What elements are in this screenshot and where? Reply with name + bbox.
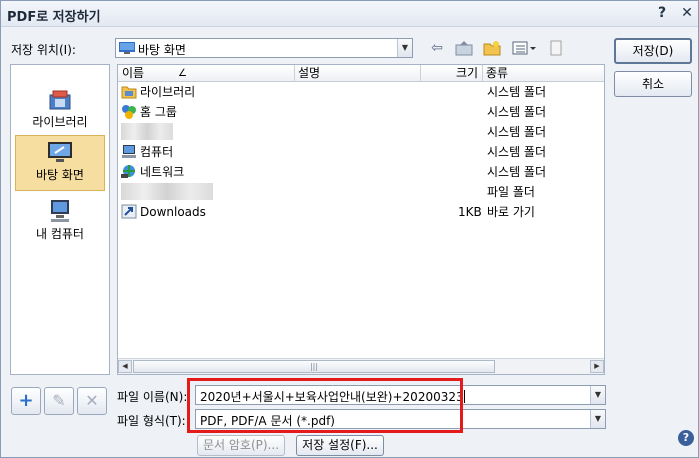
save-location-combo[interactable]: 바탕 화면 ▼ bbox=[115, 38, 413, 58]
file-type: 시스템 폴더 bbox=[487, 105, 547, 119]
file-type: 시스템 폴더 bbox=[487, 85, 547, 99]
file-row[interactable]: 시스템 폴더 bbox=[118, 122, 604, 142]
close-icon[interactable]: ✕ bbox=[676, 3, 698, 23]
back-icon[interactable]: ⇦ bbox=[426, 38, 448, 58]
file-type: 파일 폴더 bbox=[487, 185, 535, 199]
up-folder-icon[interactable] bbox=[453, 38, 475, 58]
file-name: 컴퓨터 bbox=[140, 145, 174, 159]
place-desktop[interactable]: 바탕 화면 bbox=[15, 135, 105, 191]
dialog-title: PDF로 저장하기 bbox=[7, 10, 101, 25]
redacted-name-icon bbox=[121, 123, 173, 140]
file-type: 시스템 폴더 bbox=[487, 125, 547, 139]
save-as-pdf-dialog: PDF로 저장하기 ? ✕ 저장 위치(I): 바탕 화면 ▼ ⇦ 라이브러리 bbox=[0, 0, 699, 458]
help-icon[interactable]: ? bbox=[678, 430, 694, 446]
computer-icon bbox=[122, 145, 136, 158]
file-name: 라이브러리 bbox=[140, 85, 196, 99]
scroll-left-icon[interactable]: ◀ bbox=[118, 360, 132, 373]
library-folder-icon bbox=[121, 86, 137, 99]
network-icon bbox=[121, 165, 135, 178]
desktop-icon bbox=[119, 42, 135, 54]
library-icon bbox=[49, 90, 71, 110]
column-size[interactable]: 크기 bbox=[456, 66, 478, 81]
file-name: 홈 그룹 bbox=[140, 105, 177, 119]
homegroup-icon bbox=[122, 105, 136, 119]
place-library[interactable]: 라이브러리 bbox=[15, 83, 105, 139]
scroll-thumb[interactable]: ||| bbox=[133, 360, 495, 373]
document-password-button[interactable]: 문서 암호(P)... bbox=[197, 435, 285, 456]
file-size: 1KB bbox=[458, 205, 482, 219]
save-location-value: 바탕 화면 bbox=[138, 43, 186, 57]
chevron-down-icon[interactable]: ▼ bbox=[590, 386, 605, 404]
view-menu-icon[interactable] bbox=[511, 38, 539, 58]
desktop-icon bbox=[48, 142, 72, 162]
file-name: 네트워크 bbox=[140, 165, 185, 179]
file-name-label: 파일 이름(N): bbox=[117, 390, 188, 404]
save-settings-button[interactable]: 저장 설정(F)... bbox=[296, 435, 384, 456]
edit-icon[interactable]: ✎ bbox=[44, 387, 74, 415]
scroll-right-icon[interactable]: ▶ bbox=[590, 360, 604, 373]
file-name: Downloads bbox=[140, 205, 206, 219]
file-type-label: 파일 형식(T): bbox=[117, 414, 186, 428]
column-type[interactable]: 종류 bbox=[486, 66, 508, 81]
save-button[interactable]: 저장(D) bbox=[614, 38, 692, 64]
file-row[interactable]: 홈 그룹 시스템 폴더 bbox=[118, 102, 604, 122]
column-description[interactable]: 설명 bbox=[298, 66, 320, 81]
file-type: 시스템 폴더 bbox=[487, 165, 547, 179]
highlight-box bbox=[187, 378, 463, 433]
delete-icon[interactable]: ✕ bbox=[77, 387, 107, 415]
horizontal-scrollbar[interactable]: ◀ ||| ▶ bbox=[118, 358, 604, 374]
file-list[interactable]: 이름 ∠ 설명 크기 종류 라이브러리 시스템 폴더 홈 그룹 시스템 폴더 시… bbox=[117, 64, 605, 375]
file-row[interactable]: 라이브러리 시스템 폴더 bbox=[118, 82, 604, 102]
file-list-header: 이름 ∠ 설명 크기 종류 bbox=[118, 65, 604, 82]
file-row[interactable]: 컴퓨터 시스템 폴더 bbox=[118, 142, 604, 162]
file-type: 시스템 폴더 bbox=[487, 145, 547, 159]
properties-icon[interactable] bbox=[545, 38, 567, 58]
save-location-label: 저장 위치(I): bbox=[11, 43, 76, 57]
help-icon[interactable]: ? bbox=[651, 3, 673, 23]
file-row[interactable]: 파일 폴더 bbox=[118, 182, 604, 202]
chevron-down-icon[interactable]: ▼ bbox=[397, 39, 412, 57]
cancel-button[interactable]: 취소 bbox=[614, 71, 692, 97]
column-name[interactable]: 이름 bbox=[122, 66, 144, 81]
shortcut-icon bbox=[121, 204, 137, 219]
new-folder-icon[interactable] bbox=[481, 38, 503, 58]
file-row[interactable]: Downloads 1KB 바로 가기 bbox=[118, 202, 604, 222]
file-type: 바로 가기 bbox=[487, 205, 535, 219]
sort-indicator-icon: ∠ bbox=[178, 68, 187, 79]
add-icon[interactable]: + bbox=[11, 387, 41, 415]
chevron-down-icon[interactable]: ▼ bbox=[590, 410, 605, 428]
file-row[interactable]: 네트워크 시스템 폴더 bbox=[118, 162, 604, 182]
redacted-name-icon bbox=[121, 183, 213, 200]
place-my-computer[interactable]: 내 컴퓨터 bbox=[15, 195, 105, 251]
title-bar: PDF로 저장하기 ? ✕ bbox=[1, 1, 698, 27]
places-bar: 라이브러리 바탕 화면 내 컴퓨터 bbox=[10, 64, 110, 375]
computer-icon bbox=[51, 200, 69, 222]
